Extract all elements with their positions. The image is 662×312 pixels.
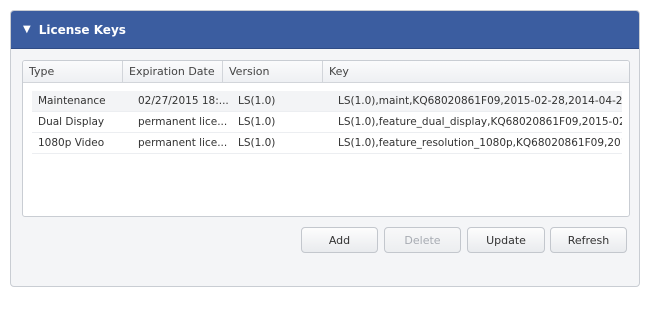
cell-type: Dual Display — [38, 116, 105, 128]
column-header-expiration-date[interactable]: Expiration Date — [123, 61, 223, 82]
annotation-underline — [36, 105, 104, 107]
column-header-key[interactable]: Key — [323, 61, 629, 82]
license-keys-panel: ▼ License Keys Type Expiration Date Vers… — [10, 10, 640, 287]
table-row[interactable]: Maintenance 02/27/2015 18:... LS(1.0) LS… — [32, 91, 622, 112]
cell-type: 1080p Video — [38, 137, 105, 149]
cell-key: LS(1.0),feature_dual_display,KQ68020861F… — [338, 116, 622, 128]
cell-version: LS(1.0) — [238, 116, 276, 128]
cell-key: LS(1.0),maint,KQ68020861F09,2015-02-28,2… — [338, 95, 622, 107]
add-button[interactable]: Add — [301, 227, 378, 253]
cell-expiration: permanent lice... — [138, 116, 228, 128]
table-header: Type Expiration Date Version Key — [23, 61, 629, 83]
table-row[interactable]: 1080p Video permanent lice... LS(1.0) LS… — [32, 133, 622, 154]
cell-expiration: 02/27/2015 18:... — [132, 95, 232, 107]
panel-title: License Keys — [38, 22, 126, 37]
table-row[interactable]: Dual Display permanent lice... LS(1.0) L… — [32, 112, 622, 133]
cell-version: LS(1.0) — [238, 137, 276, 149]
license-keys-table: Type Expiration Date Version Key Mainten… — [22, 60, 630, 217]
refresh-button[interactable]: Refresh — [550, 227, 627, 253]
table-body: Maintenance 02/27/2015 18:... LS(1.0) LS… — [32, 91, 622, 154]
collapse-chevron-icon[interactable]: ▼ — [23, 24, 31, 35]
annotation-underline — [136, 105, 218, 107]
column-header-type[interactable]: Type — [23, 61, 123, 82]
cell-expiration: permanent lice... — [138, 137, 228, 149]
panel-header[interactable]: ▼ License Keys — [11, 11, 639, 49]
cell-version: LS(1.0) — [238, 95, 276, 107]
update-button[interactable]: Update — [467, 227, 545, 253]
cell-type: Maintenance — [32, 95, 132, 107]
column-header-version[interactable]: Version — [223, 61, 323, 82]
cell-key: LS(1.0),feature_resolution_1080p,KQ68020… — [338, 137, 622, 149]
delete-button[interactable]: Delete — [384, 227, 461, 253]
